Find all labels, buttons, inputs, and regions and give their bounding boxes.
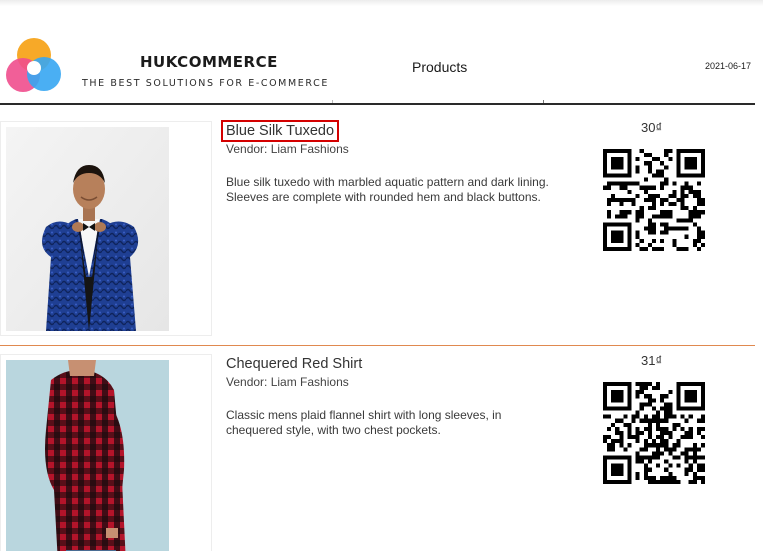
product-image-card — [0, 121, 212, 336]
product-image-card — [0, 354, 212, 551]
product-name-link[interactable]: Chequered Red Shirt — [226, 356, 362, 372]
product-description: Blue silk tuxedo with marbled aquatic pa… — [226, 175, 549, 204]
product-photo[interactable] — [6, 127, 169, 331]
brand-name: HUKCOMMERCE — [140, 53, 278, 71]
brand-logo-icon — [6, 38, 61, 92]
qr-code-icon — [603, 382, 705, 484]
report-date: 2021-06-17 — [705, 61, 752, 71]
product-row: Chequered Red Shirt Vendor: Liam Fashion… — [0, 351, 763, 551]
brand-tagline: THE BEST SOLUTIONS FOR E-COMMERCE — [82, 78, 329, 89]
product-photo[interactable] — [6, 360, 169, 551]
product-price: 31₫ — [641, 353, 663, 368]
page-title: Products — [412, 59, 468, 75]
header-divider — [0, 103, 755, 105]
product-vendor: Vendor: Liam Fashions — [226, 142, 349, 156]
product-price: 30₫ — [641, 120, 663, 135]
qr-code-icon — [603, 149, 705, 251]
row-divider — [0, 345, 755, 346]
document-header: HUKCOMMERCE THE BEST SOLUTIONS FOR E-COM… — [0, 0, 763, 105]
product-description: Classic mens plaid flannel shirt with lo… — [226, 408, 502, 437]
product-name-link[interactable]: Blue Silk Tuxedo — [220, 120, 340, 142]
product-vendor: Vendor: Liam Fashions — [226, 375, 349, 389]
product-row: Blue Silk Tuxedo Vendor: Liam Fashions B… — [0, 118, 763, 343]
